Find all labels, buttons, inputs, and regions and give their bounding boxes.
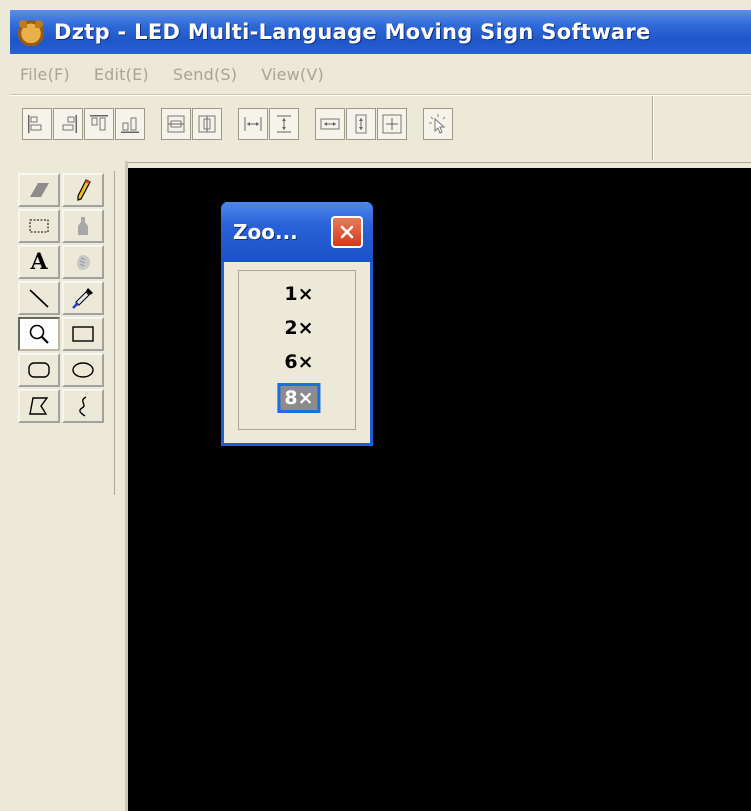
rectangle-icon[interactable] — [62, 317, 104, 351]
align-bottom-icon[interactable] — [115, 108, 145, 140]
space-horizontal-icon[interactable] — [238, 108, 268, 140]
center-vertical-icon[interactable] — [161, 108, 191, 140]
window-title: Dztp - LED Multi-Language Moving Sign So… — [54, 20, 651, 44]
zoom-option-1x[interactable]: 1× — [284, 283, 313, 305]
align-right-icon[interactable] — [53, 108, 83, 140]
same-width-icon[interactable] — [315, 108, 345, 140]
bucket-icon[interactable] — [62, 209, 104, 243]
pencil-icon[interactable] — [62, 173, 104, 207]
center-horizontal-icon[interactable] — [192, 108, 222, 140]
polygon-icon[interactable] — [18, 389, 60, 423]
space-vertical-icon[interactable] — [269, 108, 299, 140]
menu-file[interactable]: File(F) — [20, 65, 70, 84]
zoom-window-title: Zoo... — [233, 220, 298, 244]
zoom-window: Zoo... 1× 2× 6× 8× — [221, 202, 373, 446]
menu-send[interactable]: Send(S) — [173, 65, 237, 84]
menu-edit[interactable]: Edit(E) — [94, 65, 149, 84]
tool-palette: A — [10, 161, 128, 811]
same-height-icon[interactable] — [346, 108, 376, 140]
zoom-icon[interactable] — [18, 317, 60, 351]
menu-bar: File(F) Edit(E) Send(S) View(V) — [10, 54, 751, 95]
ellipse-icon[interactable] — [62, 353, 104, 387]
zoom-option-8x[interactable]: 8× — [277, 383, 321, 413]
menu-view[interactable]: View(V) — [261, 65, 324, 84]
same-size-icon[interactable] — [377, 108, 407, 140]
close-icon — [340, 225, 354, 239]
align-left-icon[interactable] — [22, 108, 52, 140]
hand-icon[interactable] — [62, 245, 104, 279]
zoom-window-title-bar[interactable]: Zoo... — [221, 202, 373, 262]
zoom-options-list: 1× 2× 6× 8× — [238, 270, 356, 430]
toolbar — [10, 95, 751, 163]
close-button[interactable] — [331, 216, 363, 248]
select-pointer-icon[interactable] — [423, 108, 453, 140]
rect-select-icon[interactable] — [18, 209, 60, 243]
zoom-option-6x[interactable]: 6× — [284, 351, 313, 373]
title-bar[interactable]: Dztp - LED Multi-Language Moving Sign So… — [10, 10, 751, 54]
eyedropper-icon[interactable] — [62, 281, 104, 315]
tiger-app-icon — [16, 18, 46, 46]
align-top-icon[interactable] — [84, 108, 114, 140]
text-tool-label: A — [30, 249, 48, 275]
text-icon[interactable]: A — [18, 245, 60, 279]
curve-icon[interactable] — [62, 389, 104, 423]
eraser-icon[interactable] — [18, 173, 60, 207]
zoom-option-2x[interactable]: 2× — [284, 317, 313, 339]
rounded-rectangle-icon[interactable] — [18, 353, 60, 387]
line-icon[interactable] — [18, 281, 60, 315]
